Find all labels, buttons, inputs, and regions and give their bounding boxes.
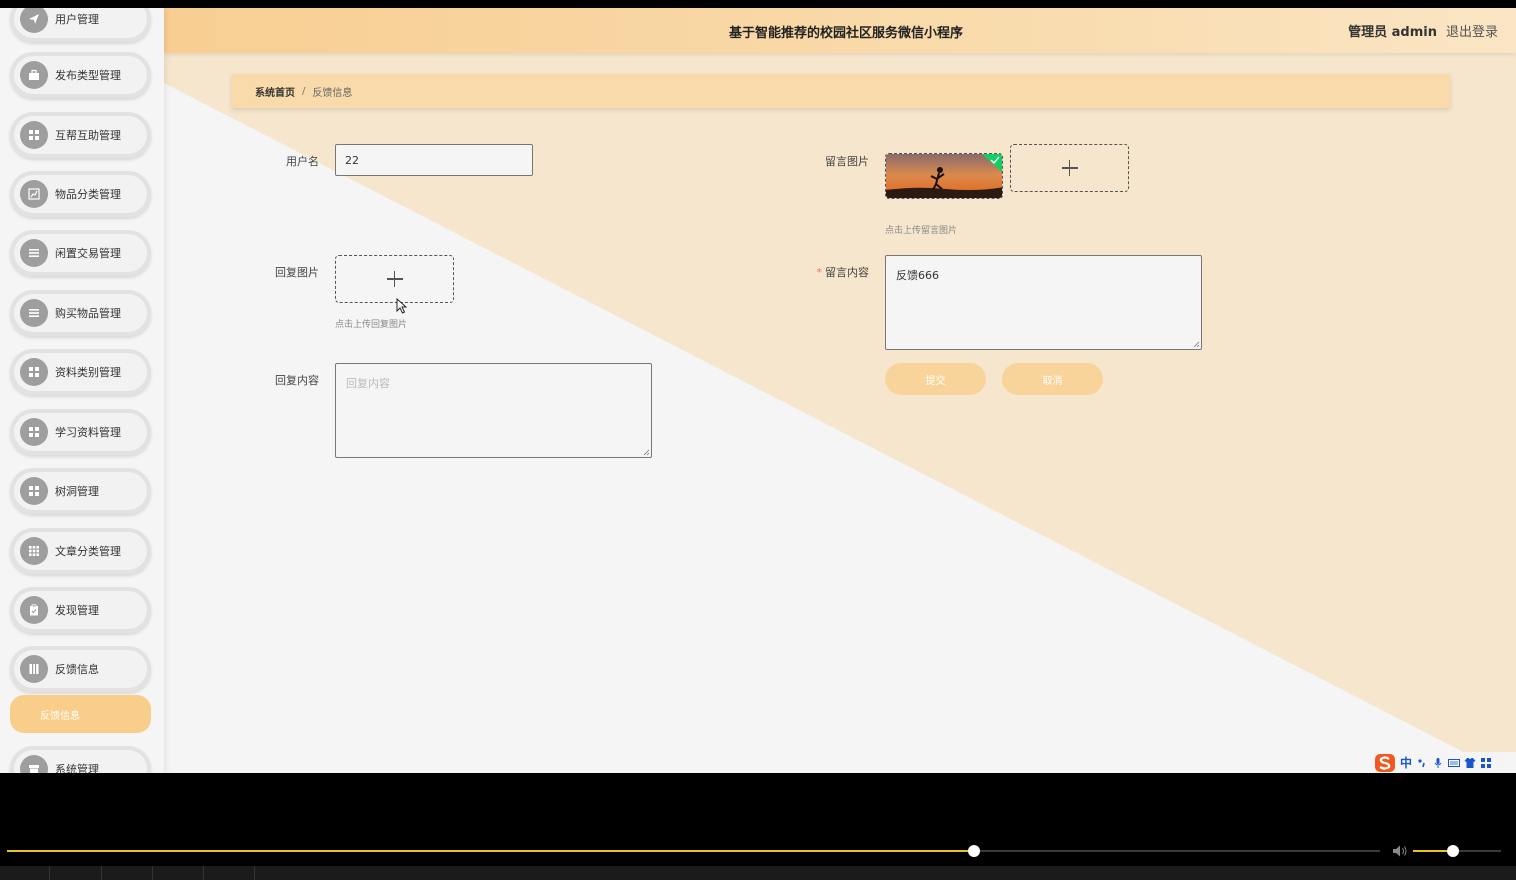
sidebar-item-label: 物品分类管理 (55, 188, 121, 201)
reply-content-label: 回复内容 (275, 374, 319, 387)
ime-mode[interactable]: 中 (1400, 754, 1412, 771)
reply-image-upload[interactable] (335, 255, 454, 303)
top-header: 基于智能推荐的校园社区服务微信小程序 管理员 admin 退出登录 (164, 8, 1516, 53)
submenu-item-feedback-active[interactable]: 反馈信息 (10, 695, 151, 733)
sidebar-item-label: 购买物品管理 (55, 307, 121, 320)
reply-content-textarea[interactable]: 回复内容 (335, 363, 652, 458)
sidebar-item-item-categories[interactable]: 物品分类管理 (10, 171, 151, 217)
breadcrumb-current: 反馈信息 (312, 87, 353, 99)
message-image-label: 留言图片 (825, 155, 869, 168)
sidebar-item-article-categories[interactable]: 文章分类管理 (10, 528, 151, 574)
progress-track[interactable] (7, 845, 1380, 857)
sidebar-item-purchases[interactable]: 购买物品管理 (10, 290, 151, 336)
toolbox-grid-icon[interactable] (1480, 757, 1492, 769)
sidebar-item-publish-types[interactable]: 发布类型管理 (10, 52, 151, 98)
microphone-icon[interactable] (1432, 757, 1444, 769)
app-window: 基于智能推荐的校园社区服务微信小程序 管理员 admin 退出登录 用户管理 发… (0, 8, 1516, 773)
video-player-controls (0, 773, 1516, 880)
clipboard-icon (20, 596, 48, 624)
resize-handle-icon[interactable] (1193, 341, 1200, 348)
submenu-item-label: 反馈信息 (40, 710, 80, 722)
sidebar-item-label: 资料类别管理 (55, 366, 121, 379)
message-content-label: * 留言内容 (789, 264, 870, 280)
taskbar-divider (152, 866, 153, 880)
reply-image-label: 回复图片 (275, 266, 319, 279)
briefcase-icon (20, 61, 48, 89)
book-icon (20, 655, 48, 683)
taskbar-divider (101, 866, 102, 880)
sidebar-item-label: 树洞管理 (55, 485, 99, 498)
send-icon (20, 8, 48, 33)
grid-icon (20, 121, 48, 149)
current-user: 管理员 admin (1348, 25, 1437, 40)
sidebar-item-label: 系统管理 (55, 763, 99, 773)
sidebar-item-label: 用户管理 (55, 13, 99, 26)
taskbar-divider (254, 866, 255, 880)
username-input[interactable]: 22 (335, 144, 533, 176)
plus-icon (1061, 160, 1078, 176)
volume-track[interactable] (1413, 845, 1501, 857)
sidebar-item-tree-hole[interactable]: 树洞管理 (10, 468, 151, 514)
sidebar-item-label: 发现管理 (55, 604, 99, 617)
message-content-label-text: 留言内容 (825, 266, 869, 279)
taskbar-divider (203, 866, 204, 880)
sidebar: 用户管理 发布类型管理 互帮互助管理 物品分类管理 闲置交易管理 购买物品管理 … (0, 8, 164, 773)
cancel-button[interactable]: 取消 (1002, 363, 1103, 395)
required-mark: * (816, 266, 823, 279)
chart-icon (20, 180, 48, 208)
sidebar-item-users[interactable]: 用户管理 (10, 8, 151, 42)
skin-shirt-icon[interactable] (1464, 757, 1476, 769)
username-label: 用户名 (286, 155, 319, 168)
sidebar-item-idle-trade[interactable]: 闲置交易管理 (10, 230, 151, 276)
ime-toolbar: 中 (1374, 752, 1516, 773)
message-image-upload[interactable] (1010, 144, 1129, 192)
message-content-value: 反馈666 (896, 269, 939, 282)
mouse-cursor-icon (396, 298, 408, 314)
breadcrumb-separator: / (302, 85, 306, 97)
sidebar-item-system[interactable]: 系统管理 (10, 746, 151, 773)
volume-icon[interactable] (1392, 844, 1408, 858)
message-image-thumbnail[interactable] (885, 153, 1003, 199)
sidebar-item-feedback[interactable]: 反馈信息 (10, 646, 151, 692)
keyboard-icon[interactable] (1448, 757, 1461, 769)
message-image-hint: 点击上传留言图片 (885, 226, 958, 236)
grid-icon (20, 477, 48, 505)
sidebar-item-study-materials[interactable]: 学习资料管理 (10, 409, 151, 455)
sidebar-item-label: 文章分类管理 (55, 545, 121, 558)
sidebar-item-label: 互帮互助管理 (55, 129, 121, 142)
sidebar-item-label: 学习资料管理 (55, 426, 121, 439)
sunset-photo-icon (886, 154, 1002, 198)
sidebar-item-discover[interactable]: 发现管理 (10, 587, 151, 633)
breadcrumb-home[interactable]: 系统首页 (255, 84, 295, 99)
breadcrumb: 系统首页 / 反馈信息 (232, 74, 1450, 108)
reply-content-placeholder: 回复内容 (346, 377, 390, 390)
box-icon (20, 755, 48, 773)
taskbar-strip (0, 866, 1516, 880)
sidebar-item-label: 反馈信息 (55, 663, 99, 676)
taskbar-divider (49, 866, 50, 880)
app-title: 基于智能推荐的校园社区服务微信小程序 (728, 26, 963, 41)
submit-button[interactable]: 提交 (885, 363, 986, 395)
punctuation-icon[interactable] (1416, 757, 1428, 769)
sidebar-item-label: 发布类型管理 (55, 69, 121, 82)
sidebar-item-mutual-help[interactable]: 互帮互助管理 (10, 112, 151, 158)
grid-icon (20, 418, 48, 446)
table-icon (20, 537, 48, 565)
progress-fill (7, 850, 974, 852)
reply-image-hint: 点击上传回复图片 (335, 320, 408, 330)
progress-handle[interactable] (968, 845, 980, 857)
list-icon (20, 299, 48, 327)
logout-link[interactable]: 退出登录 (1446, 21, 1498, 40)
sidebar-item-label: 闲置交易管理 (55, 247, 121, 260)
grid-icon (20, 358, 48, 386)
message-content-textarea[interactable]: 反馈666 (885, 255, 1202, 350)
sogou-logo-icon[interactable] (1374, 753, 1396, 773)
list-icon (20, 239, 48, 267)
sidebar-item-material-categories[interactable]: 资料类别管理 (10, 349, 151, 395)
resize-handle-icon[interactable] (643, 449, 650, 456)
volume-handle[interactable] (1447, 845, 1459, 857)
plus-icon (386, 271, 403, 287)
